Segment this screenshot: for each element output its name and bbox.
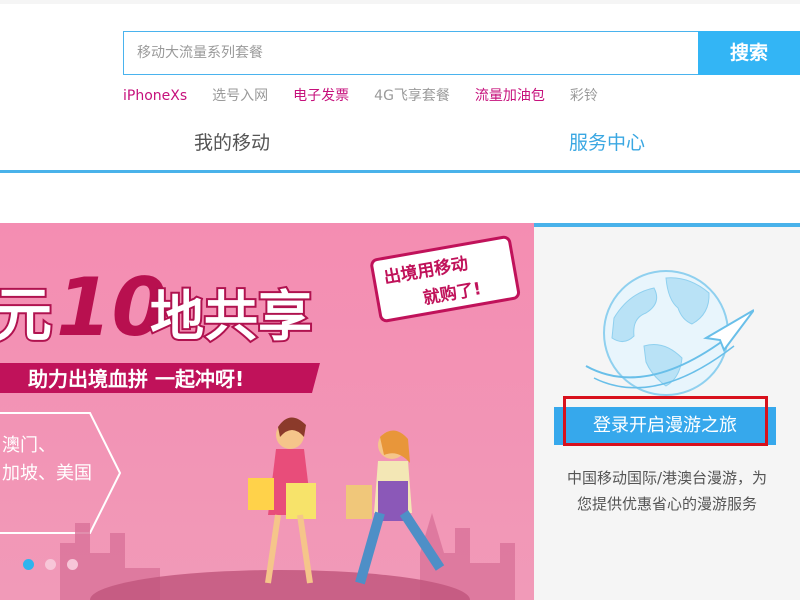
roaming-desc-line1: 中国移动国际/港澳台漫游，为: [566, 469, 768, 487]
hot-link-ringtone[interactable]: 彩铃: [570, 86, 598, 106]
nav-divider: [0, 170, 800, 173]
hot-links: iPhoneXs 选号入网 电子发票 4G飞享套餐 流量加油包 彩铃: [123, 86, 623, 106]
banner-headline-prefix: 元: [0, 281, 52, 349]
carousel-dot-1[interactable]: [23, 559, 34, 570]
search-input[interactable]: 移动大流量系列套餐: [123, 31, 698, 75]
carousel-dot-3[interactable]: [67, 559, 78, 570]
roaming-panel: 登录开启漫游之旅 中国移动国际/港澳台漫游，为 您提供优惠省心的漫游服务: [534, 223, 800, 600]
promo-banner[interactable]: 元 10 地共享 助力出境血拼 一起冲呀! 出境用移动 就购了! 澳门、 加坡、…: [0, 223, 534, 600]
roaming-description: 中国移动国际/港澳台漫游，为 您提供优惠省心的漫游服务: [544, 465, 790, 517]
banner-subline: 助力出境血拼 一起冲呀!: [28, 367, 244, 391]
page: 移动大流量系列套餐 搜索 iPhoneXs 选号入网 电子发票 4G飞享套餐 流…: [0, 0, 800, 600]
nav-service-center[interactable]: 服务中心: [569, 129, 645, 157]
top-strip: [0, 0, 800, 4]
hot-link-4g-plan[interactable]: 4G飞享套餐: [374, 86, 450, 106]
hot-link-iphonexs[interactable]: iPhoneXs: [123, 86, 187, 106]
globe-icon: [584, 248, 755, 418]
banner-headline-rest: 地共享: [150, 285, 312, 348]
hot-link-select-number[interactable]: 选号入网: [212, 86, 268, 106]
roaming-desc-line2: 您提供优惠省心的漫游服务: [576, 495, 757, 513]
nav-my-mobile[interactable]: 我的移动: [194, 129, 270, 157]
hot-link-e-invoice[interactable]: 电子发票: [293, 86, 349, 106]
search-button[interactable]: 搜索: [698, 31, 800, 75]
highlight-outline: [563, 396, 768, 446]
banner-illustration: 元 10 地共享 助力出境血拼 一起冲呀! 出境用移动 就购了! 澳门、 加坡、…: [0, 223, 534, 600]
panel-top-line: [534, 223, 800, 227]
hot-link-data-pack[interactable]: 流量加油包: [475, 86, 545, 106]
banner-regions-line2: 加坡、美国: [2, 463, 92, 484]
carousel-dot-2[interactable]: [45, 559, 56, 570]
banner-regions-line1: 澳门、: [2, 435, 56, 456]
